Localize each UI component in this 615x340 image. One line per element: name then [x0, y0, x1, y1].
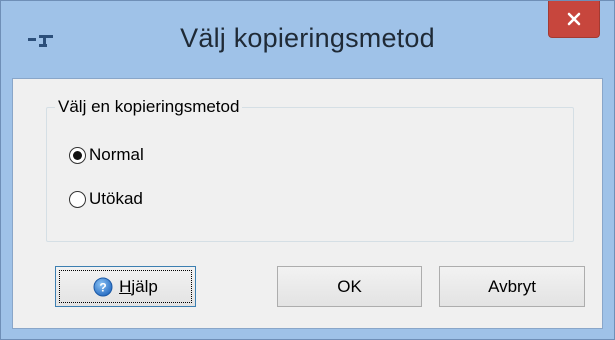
dialog-client-area: Välj en kopieringsmetod Normal Utökad ? …	[12, 78, 603, 329]
ok-button-label: OK	[337, 276, 362, 296]
title-bar[interactable]: Välj kopieringsmetod	[1, 1, 614, 79]
help-button[interactable]: ? Hjälp	[55, 266, 196, 307]
radio-utokad-circle[interactable]	[69, 190, 86, 208]
radio-normal-label[interactable]: Normal	[89, 145, 144, 165]
radio-utokad-label[interactable]: Utökad	[89, 189, 143, 209]
ok-button[interactable]: OK	[277, 266, 422, 307]
window-title: Välj kopieringsmetod	[180, 23, 435, 53]
radio-normal-circle[interactable]	[69, 146, 86, 164]
radio-normal[interactable]: Normal	[69, 145, 144, 165]
focus-rectangle	[59, 270, 192, 303]
radio-utokad[interactable]: Utökad	[69, 189, 143, 209]
groupbox-label: Välj en kopieringsmetod	[55, 97, 243, 117]
copy-method-groupbox: Välj en kopieringsmetod Normal Utökad	[46, 97, 574, 242]
cancel-button[interactable]: Avbryt	[439, 266, 585, 307]
dialog-window: Välj kopieringsmetod Välj en kopieringsm…	[0, 0, 615, 340]
close-button[interactable]	[548, 1, 600, 38]
cancel-button-label: Avbryt	[488, 276, 536, 296]
close-icon	[567, 12, 581, 26]
radio-selected-dot	[73, 150, 82, 160]
